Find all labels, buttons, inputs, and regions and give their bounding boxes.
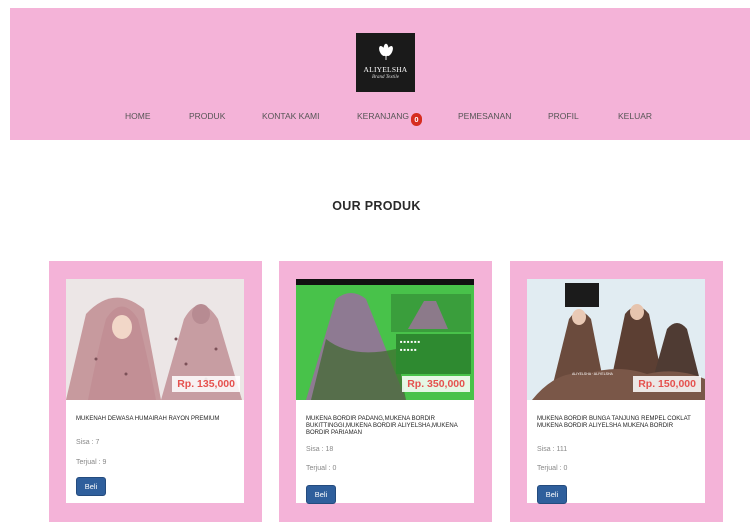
product-name[interactable]: MUKENA BORDIR PADANG,MUKENA BORDIR BUKIT… <box>306 416 466 437</box>
product-price: Rp. 350,000 <box>402 376 470 392</box>
product-card: Rp. 135,000 MUKENAH DEWASA HUMAIRAH RAYO… <box>49 261 262 522</box>
product-stock: Sisa : 18 <box>306 446 334 453</box>
buy-button[interactable]: Beli <box>306 485 336 504</box>
nav-item-profil[interactable]: PROFIL <box>548 111 579 121</box>
nav-item-home[interactable]: HOME <box>125 111 151 121</box>
nav-item-label: KONTAK KAMI <box>262 111 320 121</box>
product-sold: Terjual : 0 <box>537 465 568 472</box>
nav-item-label: PRODUK <box>189 111 226 121</box>
svg-text:■ ■ ■ ■ ■: ■ ■ ■ ■ ■ <box>400 347 417 352</box>
product-card: ALIYELSHA · ALIYELSHA Rp. 150,000 MUKENA… <box>510 261 723 522</box>
product-card-body: ■ ■ ■ ■ ■ ■ ■ ■ ■ ■ ■ Rp. 350,000 MUKENA… <box>296 279 474 504</box>
lotus-flower-logo-icon <box>379 43 393 60</box>
product-sold: Terjual : 9 <box>76 459 107 466</box>
site-header: ALIYELSHA Brand Textile HOME PRODUK KONT… <box>10 8 750 140</box>
product-name[interactable]: MUKENA BORDIR BUNGA TANJUNG REMPEL COKLA… <box>537 416 697 430</box>
product-price: Rp. 150,000 <box>633 376 701 392</box>
buy-button[interactable]: Beli <box>537 485 567 504</box>
product-image[interactable]: ■ ■ ■ ■ ■ ■ ■ ■ ■ ■ ■ Rp. 350,000 <box>296 279 474 400</box>
product-name[interactable]: MUKENAH DEWASA HUMAIRAH RAYON PREMIUM <box>76 416 236 423</box>
nav-item-keluar[interactable]: KELUAR <box>618 111 652 121</box>
nav-item-label: KERANJANG <box>357 111 409 121</box>
product-price: Rp. 135,000 <box>172 376 240 392</box>
nav-item-label: HOME <box>125 111 151 121</box>
nav-item-kontak-kami[interactable]: KONTAK KAMI <box>262 111 319 121</box>
brand-logo[interactable]: ALIYELSHA Brand Textile <box>356 33 415 92</box>
nav-item-label: KELUAR <box>618 111 653 121</box>
nav-item-label: PEMESANAN <box>458 111 512 121</box>
nav-item-produk[interactable]: PRODUK <box>189 111 225 121</box>
nav-item-pemesanan[interactable]: PEMESANAN <box>458 111 511 121</box>
product-stock: Sisa : 111 <box>537 446 568 453</box>
product-card-body: Rp. 135,000 MUKENAH DEWASA HUMAIRAH RAYO… <box>66 279 244 503</box>
product-sold: Terjual : 0 <box>306 465 337 472</box>
buy-button[interactable]: Beli <box>76 477 106 496</box>
cart-count-badge: 0 <box>410 113 422 126</box>
nav-item-keranjang[interactable]: KERANJANG 0 <box>357 111 422 126</box>
nav-item-label: PROFIL <box>548 111 579 121</box>
section-title: OUR PRODUK <box>332 199 421 213</box>
brand-tagline: Brand Textile <box>372 75 399 80</box>
main-nav: HOME PRODUK KONTAK KAMI KERANJANG 0 PEMES… <box>10 108 750 126</box>
svg-text:ALIYELSHA · ALIYELSHA: ALIYELSHA · ALIYELSHA <box>572 372 614 376</box>
product-image[interactable]: Rp. 135,000 <box>66 279 244 400</box>
product-stock: Sisa : 7 <box>76 439 100 446</box>
svg-text:■ ■ ■ ■ ■ ■: ■ ■ ■ ■ ■ ■ <box>400 339 421 344</box>
product-image[interactable]: ALIYELSHA · ALIYELSHA Rp. 150,000 <box>527 279 705 400</box>
product-card-body: ALIYELSHA · ALIYELSHA Rp. 150,000 MUKENA… <box>527 279 705 504</box>
product-card: ■ ■ ■ ■ ■ ■ ■ ■ ■ ■ ■ Rp. 350,000 MUKENA… <box>279 261 492 522</box>
brand-name: ALIYELSHA <box>363 65 408 74</box>
